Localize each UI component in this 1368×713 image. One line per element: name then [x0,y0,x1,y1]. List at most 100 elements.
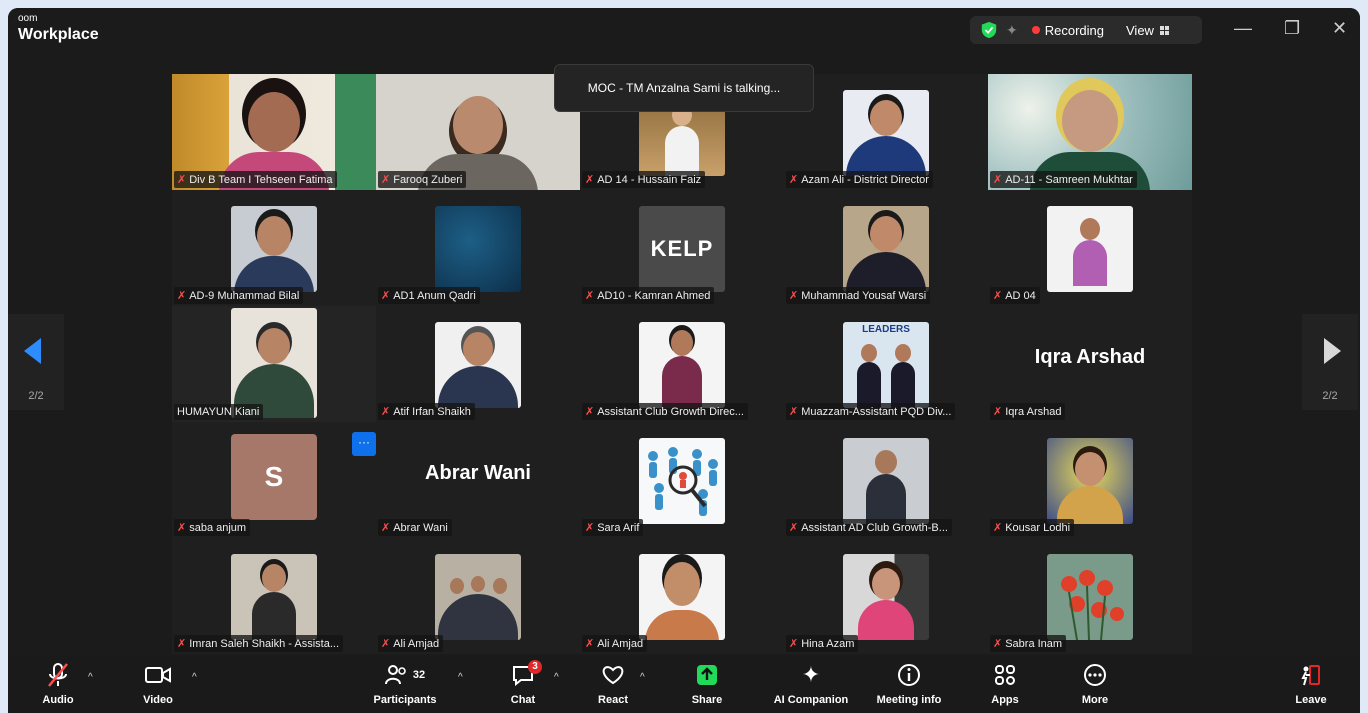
participant-tile[interactable]: ✗ AD 04 [988,190,1192,306]
participant-tile[interactable]: ✗ Sabra Inam [988,538,1192,654]
mic-off-icon: ✗ [177,522,187,534]
arrow-left-icon [24,338,41,364]
more-button[interactable]: More [1050,662,1140,706]
react-label: React [598,694,628,706]
chat-button[interactable]: 3 Chat [478,660,568,706]
participant-name: AD-9 Muhammad Bilal [189,289,300,302]
participant-tile[interactable]: ✗ Imran Saleh Shaikh - Assista... [172,538,376,654]
participant-tile[interactable]: ✗ Sara Arif [580,422,784,538]
participant-name: AD 04 [1005,289,1036,302]
participant-body [866,474,906,524]
participant-head [463,332,493,366]
participant-name: Iqra Arshad [1005,405,1062,418]
participant-photo [1047,206,1133,292]
view-label: View [1126,22,1154,38]
participant-name: Sabra Inam [1005,637,1063,650]
mic-off-icon: ✗ [993,290,1003,302]
view-button[interactable]: View [1126,23,1169,38]
participant-tile[interactable]: ✗ Ali Amjad [376,538,580,654]
close-button[interactable]: ✕ [1332,18,1347,39]
status-bar: ✦ Recording View [970,16,1202,44]
participant-tile[interactable]: ✗ Hina Azam [784,538,988,654]
participant-body [846,252,926,292]
audio-caret-icon[interactable]: ^ [88,672,93,683]
apps-label: Apps [991,694,1019,706]
more-label: More [1081,694,1109,706]
name-tag: ✗ AD-9 Muhammad Bilal [174,287,304,304]
participant-tile[interactable]: Iqra Arshad ✗ Iqra Arshad [988,306,1192,422]
participant-body [665,126,699,176]
participant-display-name: Iqra Arshad [1034,346,1146,368]
participant-tile[interactable]: S ✗ saba anjum [172,422,376,538]
participants-caret-icon[interactable]: ^ [458,672,463,683]
participant-tile[interactable]: ✗ AD-11 - Samreen Mukhtar [988,74,1192,190]
participant-head [1062,90,1118,152]
chat-caret-icon[interactable]: ^ [554,672,559,683]
participant-tile[interactable]: Abrar Wani ✗ Abrar Wani [376,422,580,538]
name-tag: ✗ Muazzam-Assistant PQD Div... [786,403,956,420]
participant-head [664,562,700,606]
participant-head [492,578,507,594]
name-tag: ✗ Azam Ali - District Director [786,171,933,188]
participant-tile[interactable]: ✗ Farooq Zuberi [376,74,580,190]
leaders-banner: LEADERS [862,324,910,335]
participant-head [1075,452,1105,486]
mic-off-icon: ✗ [585,638,595,650]
participant-tile[interactable]: ✗ AD1 Anum Qadri [376,190,580,306]
participant-body [645,610,719,640]
minimize-button[interactable]: — [1234,18,1252,39]
participant-head [471,576,485,592]
share-button[interactable]: Share [662,662,752,706]
participant-name: Atif Irfan Shaikh [393,405,471,418]
mic-off-icon: ✗ [993,522,1003,534]
apps-icon [960,662,1050,688]
participant-tile[interactable]: KELP ✗ AD10 - Kamran Ahmed [580,190,784,306]
participant-tile[interactable]: ✗ Assistant Club Growth Direc... [580,306,784,422]
share-screen-icon [662,662,752,688]
restore-button[interactable]: ❐ [1284,18,1300,39]
participant-name: Kousar Lodhi [1005,521,1071,534]
participant-tile[interactable]: ✗ Azam Ali - District Director [784,74,988,190]
participant-photo [231,308,317,418]
participant-body [858,600,914,640]
participant-photo [231,206,317,292]
participant-tile[interactable]: ✗ Atif Irfan Shaikh [376,306,580,422]
participant-tile[interactable]: ✗ Div B Team I Tehseen Fatima [172,74,376,190]
name-tag: ✗ AD 14 - Hussain Faiz [582,171,706,188]
participant-head [872,568,900,600]
next-page-button[interactable]: 2/2 [1302,314,1358,410]
tile-options-button[interactable]: ··· [352,432,376,456]
participant-body [438,594,518,640]
video-caret-icon[interactable]: ^ [192,672,197,683]
apps-button[interactable]: Apps [960,662,1050,706]
leave-button[interactable]: Leave [1266,662,1356,706]
ai-label: AI Companion [773,694,849,706]
shield-icon[interactable] [980,21,998,39]
participant-tile[interactable]: ✗ Assistant AD Club Growth-B... [784,422,988,538]
leave-icon [1266,662,1356,688]
participant-tile[interactable]: ✗ Muhammad Yousaf Warsi [784,190,988,306]
audio-button[interactable]: Audio [13,662,103,706]
meeting-info-button[interactable]: Meeting info [864,662,954,706]
participant-tile[interactable]: HUMAYUN Kiani [172,306,376,422]
participant-photo [231,554,317,640]
react-caret-icon[interactable]: ^ [640,672,645,683]
mic-off-icon: ✗ [789,406,799,418]
recording-label[interactable]: Recording [1045,23,1104,38]
mic-off-icon: ✗ [993,174,1003,186]
ai-companion-button[interactable]: ✦ AI Companion [766,662,856,706]
participant-tile[interactable]: ✗ Kousar Lodhi [988,422,1192,538]
video-button[interactable]: Video [113,662,203,706]
react-button[interactable]: React [568,662,658,706]
participant-tile[interactable]: LEADERS ✗ Muazzam-Assistant PQD Div... [784,306,988,422]
participant-tile[interactable]: ✗ AD-9 Muhammad Bilal [172,190,376,306]
participant-head [248,92,300,152]
participant-head [258,328,290,364]
participant-tile[interactable]: ✗ Ali Amjad [580,538,784,654]
participant-head [671,330,693,356]
previous-page-button[interactable]: 2/2 [8,314,64,410]
participant-head [870,216,902,252]
participants-button[interactable]: 32 Participants [360,662,450,706]
mic-off-icon: ✗ [585,174,595,186]
sparkle-icon[interactable]: ✦ [1006,22,1018,39]
